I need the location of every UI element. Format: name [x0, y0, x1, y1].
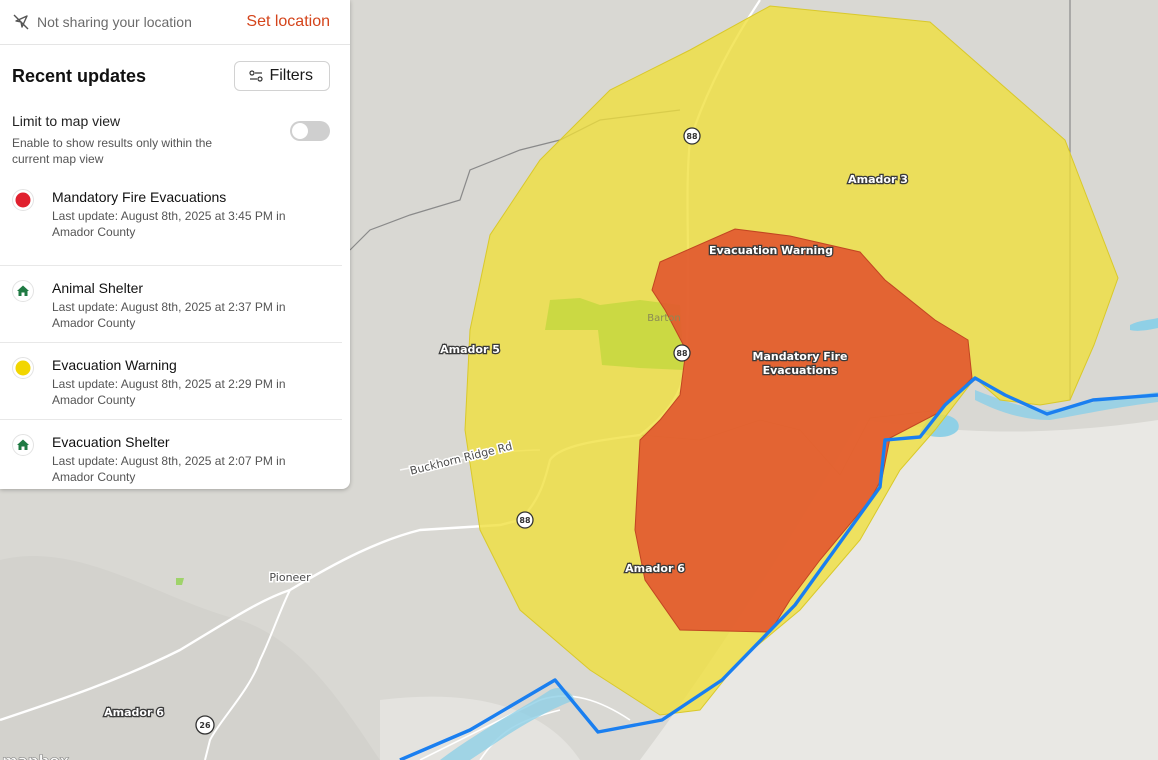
panel-header: Recent updates Filters — [0, 45, 350, 91]
zone-label-mandatory-line1: Mandatory Fire — [753, 350, 848, 363]
limit-to-map-toggle[interactable] — [290, 121, 330, 141]
update-item[interactable]: Animal Shelter Last update: August 8th, … — [0, 266, 342, 343]
mapbox-logo: mapbox — [2, 752, 70, 760]
location-bar: Not sharing your location Set location — [0, 0, 350, 45]
zone-label-evacuation-warning: Evacuation Warning — [709, 244, 833, 257]
zone-label-amador-6-outside: Amador 6 — [104, 706, 164, 719]
svg-text:88: 88 — [519, 516, 531, 525]
highway-88-shield: 88 — [683, 127, 701, 145]
filters-button[interactable]: Filters — [234, 61, 330, 91]
update-meta: Last update: August 8th, 2025 at 2:37 PM… — [52, 300, 286, 330]
update-item[interactable]: Evacuation Warning Last update: August 8… — [0, 343, 342, 420]
update-title: Evacuation Shelter — [52, 434, 170, 450]
updates-panel: Not sharing your location Set location R… — [0, 0, 350, 489]
place-label-pioneer: Pioneer — [269, 571, 311, 584]
limit-title: Limit to map view — [12, 113, 121, 129]
location-off-icon — [13, 14, 29, 30]
limit-to-map-row: Limit to map view Enable to show results… — [0, 91, 350, 167]
update-meta: Last update: August 8th, 2025 at 2:07 PM… — [52, 454, 286, 484]
filter-sliders-icon — [249, 70, 264, 82]
zone-label-amador-3: Amador 3 — [848, 173, 908, 186]
update-title: Evacuation Warning — [52, 357, 177, 373]
svg-text:88: 88 — [686, 132, 698, 141]
update-meta: Last update: August 8th, 2025 at 2:29 PM… — [52, 377, 286, 407]
update-title: Mandatory Fire Evacuations — [52, 189, 227, 205]
red-dot-icon — [12, 189, 34, 211]
highway-88-shield: 88 — [516, 511, 534, 529]
update-title: Animal Shelter — [52, 280, 144, 296]
house-icon — [12, 280, 34, 302]
panel-title: Recent updates — [12, 65, 147, 86]
zone-label-amador-5: Amador 5 — [440, 343, 500, 356]
filters-label: Filters — [269, 67, 313, 84]
house-icon — [12, 434, 34, 456]
place-label-barton: Barton — [647, 313, 680, 324]
svg-text:88: 88 — [676, 349, 688, 358]
set-location-link[interactable]: Set location — [246, 13, 330, 31]
zone-label-mandatory-line2: Evacuations — [763, 364, 838, 377]
zone-label-amador-6: Amador 6 — [625, 562, 685, 575]
toggle-knob — [292, 123, 308, 139]
limit-description: Enable to show results only within the c… — [12, 136, 213, 166]
update-item[interactable]: Mandatory Fire Evacuations Last update: … — [0, 189, 342, 266]
svg-text:26: 26 — [199, 721, 211, 730]
location-status-text: Not sharing your location — [37, 14, 192, 30]
update-meta: Last update: August 8th, 2025 at 3:45 PM… — [52, 209, 286, 239]
update-item[interactable]: Evacuation Shelter Last update: August 8… — [0, 420, 342, 497]
highway-26-shield: 26 — [195, 715, 215, 735]
updates-list: Mandatory Fire Evacuations Last update: … — [0, 189, 350, 497]
highway-88-shield: 88 — [673, 344, 691, 362]
yellow-dot-icon — [12, 357, 34, 379]
